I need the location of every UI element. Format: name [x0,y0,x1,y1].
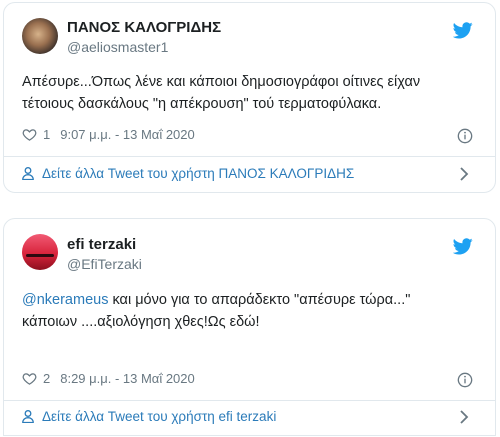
mention-link[interactable]: @nkerameus [22,292,108,308]
author-handle[interactable]: @EfiTerzaki [67,256,142,272]
tweet-text-line: τέτοιους δασκάλους "η απέκρουση" τού τερ… [22,96,382,112]
tweet-text-line: @nkerameus και μόνο για το απαράδεκτο "α… [22,289,479,311]
author-handle[interactable]: @aeliosmaster1 [67,39,168,55]
like-count[interactable]: 1 [43,127,50,142]
avatar[interactable] [22,18,58,54]
tweet-card[interactable]: efi terzaki @EfiTerzaki @nkerameus και μ… [3,218,496,436]
more-tweets-label[interactable]: Δείτε άλλα Tweet του χρήστη efi terzaki [42,409,276,424]
user-icon [22,410,34,423]
twitter-bird-icon[interactable] [453,22,473,39]
tweet-text-line: κάποιων ....αξιολόγηση χθες!Ως εδώ! [22,314,260,330]
tweet-text-line: Απέσυρε...Όπως λένε και κάποιοι δημοσιογ… [22,74,421,90]
more-tweets-label[interactable]: Δείτε άλλα Tweet του χρήστη ΠΑΝΟΣ ΚΑΛΟΓΡ… [42,166,354,181]
tweet-text: Απέσυρε...Όπως λένε και κάποιοι δημοσιογ… [22,71,479,115]
tweet-card[interactable]: ΠΑΝΟΣ ΚΑΛΟΓΡΙΔΗΣ @aeliosmaster1 Απέσυρε.… [3,2,496,193]
divider [4,156,495,157]
info-icon[interactable] [457,128,473,144]
chevron-right-icon[interactable] [459,166,469,181]
avatar[interactable] [22,234,58,270]
tweet-text: @nkerameus και μόνο για το απαράδεκτο "α… [22,289,479,333]
timestamp[interactable]: 9:07 μ.μ. - 13 Μαΐ 2020 [60,127,195,142]
timestamp[interactable]: 8:29 μ.μ. - 13 Μαΐ 2020 [60,371,195,386]
tweet-meta: 1 9:07 μ.μ. - 13 Μαΐ 2020 [22,127,195,142]
heart-icon[interactable] [22,127,37,142]
more-tweets-link[interactable]: Δείτε άλλα Tweet του χρήστη efi terzaki [22,409,479,424]
twitter-bird-icon[interactable] [453,238,473,255]
user-icon [22,167,34,180]
info-icon[interactable] [457,372,473,388]
chevron-right-icon[interactable] [459,409,469,424]
tweet-meta: 2 8:29 μ.μ. - 13 Μαΐ 2020 [22,371,195,386]
more-tweets-link[interactable]: Δείτε άλλα Tweet του χρήστη ΠΑΝΟΣ ΚΑΛΟΓΡ… [22,166,479,181]
divider [4,400,495,401]
author-name[interactable]: ΠΑΝΟΣ ΚΑΛΟΓΡΙΔΗΣ [67,19,221,36]
heart-icon[interactable] [22,371,37,386]
like-count[interactable]: 2 [43,371,50,386]
author-name[interactable]: efi terzaki [67,236,136,253]
tweet-text-segment: και μόνο για το απαράδεκτο "απέσυρε τώρα… [108,292,411,308]
